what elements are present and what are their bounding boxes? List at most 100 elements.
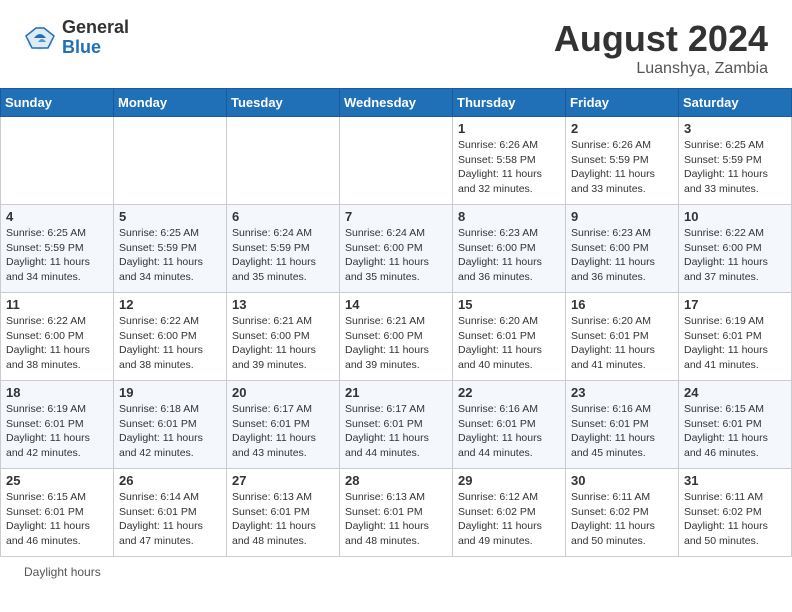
day-number: 27 [232,473,334,488]
logo-icon [24,22,56,54]
day-number: 11 [6,297,108,312]
day-info: Sunrise: 6:18 AM Sunset: 6:01 PM Dayligh… [119,402,221,461]
footer: Daylight hours [0,557,792,587]
calendar-cell: 5 Sunrise: 6:25 AM Sunset: 5:59 PM Daylig… [114,205,227,293]
day-number: 4 [6,209,108,224]
title-block: August 2024 Luanshya, Zambia [554,18,768,78]
day-info: Sunrise: 6:22 AM Sunset: 6:00 PM Dayligh… [684,226,786,285]
calendar-cell [114,117,227,205]
day-info: Sunrise: 6:15 AM Sunset: 6:01 PM Dayligh… [684,402,786,461]
calendar-cell: 31 Sunrise: 6:11 AM Sunset: 6:02 PM Dayli… [679,469,792,557]
day-info: Sunrise: 6:22 AM Sunset: 6:00 PM Dayligh… [6,314,108,373]
day-info: Sunrise: 6:21 AM Sunset: 6:00 PM Dayligh… [232,314,334,373]
day-number: 10 [684,209,786,224]
day-number: 23 [571,385,673,400]
calendar-day-header: Thursday [453,89,566,117]
day-number: 26 [119,473,221,488]
day-number: 28 [345,473,447,488]
day-info: Sunrise: 6:24 AM Sunset: 6:00 PM Dayligh… [345,226,447,285]
calendar-cell: 9Sunrise: 6:23 AM Sunset: 6:00 PM Daylig… [566,205,679,293]
day-number: 20 [232,385,334,400]
day-info: Sunrise: 6:26 AM Sunset: 5:59 PM Dayligh… [571,138,673,197]
day-info: Sunrise: 6:19 AM Sunset: 6:01 PM Dayligh… [684,314,786,373]
page-container: General Blue August 2024 Luanshya, Zambi… [0,0,792,587]
calendar-cell: 2 Sunrise: 6:26 AM Sunset: 5:59 PM Daylig… [566,117,679,205]
day-info: Sunrise: 6:13 AM Sunset: 6:01 PM Dayligh… [232,490,334,549]
day-number: 21 [345,385,447,400]
calendar-week-row: 11 Sunrise: 6:22 AM Sunset: 6:00 PM Dayli… [1,293,792,381]
day-info: Sunrise: 6:14 AM Sunset: 6:01 PM Dayligh… [119,490,221,549]
day-number: 22 [458,385,560,400]
calendar-cell: 15 Sunrise: 6:20 AM Sunset: 6:01 PM Dayli… [453,293,566,381]
day-info: Sunrise: 6:13 AM Sunset: 6:01 PM Dayligh… [345,490,447,549]
day-info: Sunrise: 6:25 AM Sunset: 5:59 PM Dayligh… [6,226,108,285]
day-number: 25 [6,473,108,488]
day-number: 13 [232,297,334,312]
day-info: Sunrise: 6:15 AM Sunset: 6:01 PM Dayligh… [6,490,108,549]
day-info: Sunrise: 6:24 AM Sunset: 5:59 PM Dayligh… [232,226,334,285]
calendar-day-header: Sunday [1,89,114,117]
calendar-table: SundayMondayTuesdayWednesdayThursdayFrid… [0,88,792,557]
day-number: 5 [119,209,221,224]
logo-text: General Blue [62,18,129,58]
calendar-cell: 6 Sunrise: 6:24 AM Sunset: 5:59 PM Daylig… [227,205,340,293]
day-number: 2 [571,121,673,136]
day-number: 14 [345,297,447,312]
calendar-cell: 10 Sunrise: 6:22 AM Sunset: 6:00 PM Dayli… [679,205,792,293]
day-number: 18 [6,385,108,400]
logo: General Blue [24,18,129,58]
day-info: Sunrise: 6:20 AM Sunset: 6:01 PM Dayligh… [571,314,673,373]
calendar-day-header: Saturday [679,89,792,117]
day-info: Sunrise: 6:23 AM Sunset: 6:00 PM Dayligh… [458,226,560,285]
day-info: Sunrise: 6:23 AM Sunset: 6:00 PM Dayligh… [571,226,673,285]
day-number: 19 [119,385,221,400]
calendar-cell: 8 Sunrise: 6:23 AM Sunset: 6:00 PM Daylig… [453,205,566,293]
header: General Blue August 2024 Luanshya, Zambi… [0,0,792,88]
calendar-cell [340,117,453,205]
day-number: 3 [684,121,786,136]
day-number: 29 [458,473,560,488]
day-number: 7 [345,209,447,224]
day-info: Sunrise: 6:17 AM Sunset: 6:01 PM Dayligh… [345,402,447,461]
calendar-cell: 25 Sunrise: 6:15 AM Sunset: 6:01 PM Dayli… [1,469,114,557]
day-number: 6 [232,209,334,224]
day-info: Sunrise: 6:12 AM Sunset: 6:02 PM Dayligh… [458,490,560,549]
calendar-cell: 26 Sunrise: 6:14 AM Sunset: 6:01 PM Dayli… [114,469,227,557]
day-number: 16 [571,297,673,312]
day-info: Sunrise: 6:20 AM Sunset: 6:01 PM Dayligh… [458,314,560,373]
calendar-cell: 18Sunrise: 6:19 AM Sunset: 6:01 PM Dayli… [1,381,114,469]
calendar-cell: 20 Sunrise: 6:17 AM Sunset: 6:01 PM Dayli… [227,381,340,469]
calendar-cell: 16 Sunrise: 6:20 AM Sunset: 6:01 PM Dayli… [566,293,679,381]
day-number: 15 [458,297,560,312]
calendar-cell: 11 Sunrise: 6:22 AM Sunset: 6:00 PM Dayli… [1,293,114,381]
calendar-cell: 12Sunrise: 6:22 AM Sunset: 6:00 PM Dayli… [114,293,227,381]
day-info: Sunrise: 6:25 AM Sunset: 5:59 PM Dayligh… [684,138,786,197]
calendar-cell: 29 Sunrise: 6:12 AM Sunset: 6:02 PM Dayli… [453,469,566,557]
day-number: 8 [458,209,560,224]
calendar-cell: 21 Sunrise: 6:17 AM Sunset: 6:01 PM Dayli… [340,381,453,469]
logo-general-text: General [62,18,129,38]
calendar-cell: 23 Sunrise: 6:16 AM Sunset: 6:01 PM Dayli… [566,381,679,469]
day-info: Sunrise: 6:11 AM Sunset: 6:02 PM Dayligh… [684,490,786,549]
calendar-week-row: 4 Sunrise: 6:25 AM Sunset: 5:59 PM Daylig… [1,205,792,293]
calendar-cell: 13 Sunrise: 6:21 AM Sunset: 6:00 PM Dayli… [227,293,340,381]
day-info: Sunrise: 6:25 AM Sunset: 5:59 PM Dayligh… [119,226,221,285]
day-number: 24 [684,385,786,400]
day-info: Sunrise: 6:17 AM Sunset: 6:01 PM Dayligh… [232,402,334,461]
calendar-week-row: 25 Sunrise: 6:15 AM Sunset: 6:01 PM Dayli… [1,469,792,557]
calendar-cell: 28 Sunrise: 6:13 AM Sunset: 6:01 PM Dayli… [340,469,453,557]
day-info: Sunrise: 6:21 AM Sunset: 6:00 PM Dayligh… [345,314,447,373]
calendar-cell: 3 Sunrise: 6:25 AM Sunset: 5:59 PM Daylig… [679,117,792,205]
day-info: Sunrise: 6:16 AM Sunset: 6:01 PM Dayligh… [571,402,673,461]
calendar-header-row: SundayMondayTuesdayWednesdayThursdayFrid… [1,89,792,117]
calendar-week-row: 1Sunrise: 6:26 AM Sunset: 5:58 PM Daylig… [1,117,792,205]
calendar-cell: 19 Sunrise: 6:18 AM Sunset: 6:01 PM Dayli… [114,381,227,469]
month-year: August 2024 [554,18,768,60]
day-number: 31 [684,473,786,488]
calendar-week-row: 18Sunrise: 6:19 AM Sunset: 6:01 PM Dayli… [1,381,792,469]
day-info: Sunrise: 6:16 AM Sunset: 6:01 PM Dayligh… [458,402,560,461]
calendar-cell [227,117,340,205]
calendar-cell: 7 Sunrise: 6:24 AM Sunset: 6:00 PM Daylig… [340,205,453,293]
day-info: Sunrise: 6:11 AM Sunset: 6:02 PM Dayligh… [571,490,673,549]
calendar-cell: 22 Sunrise: 6:16 AM Sunset: 6:01 PM Dayli… [453,381,566,469]
